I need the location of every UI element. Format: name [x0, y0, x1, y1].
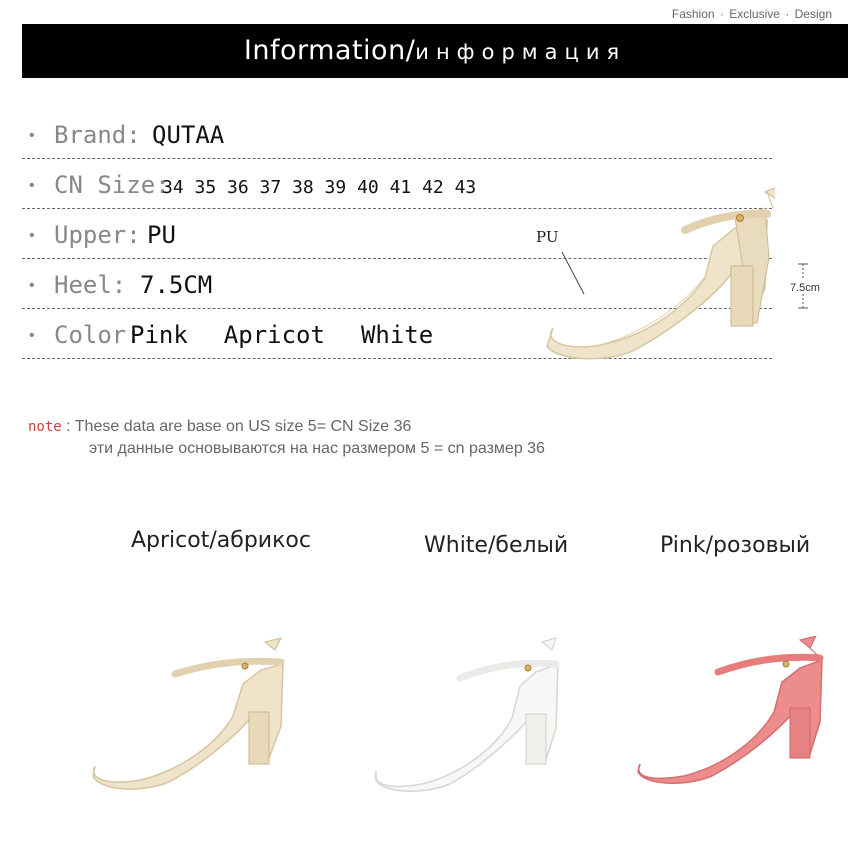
- bullet: •: [29, 177, 35, 194]
- information-banner: Information/информация: [22, 24, 848, 78]
- hero-shoe-image: [546, 187, 775, 360]
- color-values: Pink Apricot White: [130, 321, 469, 349]
- color-pink: Pink: [130, 321, 188, 349]
- tagline: Fashion · Exclusive · Design: [671, 7, 832, 21]
- banner-title-ru: информация: [415, 40, 627, 64]
- color-white: White: [360, 321, 434, 349]
- size-label: CN Size:: [54, 171, 170, 199]
- banner-title-en: Information: [243, 35, 406, 66]
- bullet: •: [29, 277, 35, 294]
- upper-label: Upper:: [54, 221, 141, 249]
- note-separator: :: [66, 418, 71, 435]
- color-label: Color:: [54, 321, 141, 349]
- note-line-ru: эти данные основываются на нас размером …: [89, 440, 545, 457]
- shoe-image-apricot: [92, 637, 285, 790]
- brand-value: QUTAA: [152, 121, 225, 149]
- upper-value: PU: [147, 221, 176, 249]
- heel-label: Heel:: [54, 271, 127, 299]
- color-apricot: Apricot: [223, 321, 325, 349]
- shoe-image-pink: [637, 636, 824, 784]
- bullet: •: [29, 127, 35, 144]
- tagline-exclusive: Exclusive: [729, 7, 780, 21]
- heel-height-label: 7.5cm: [790, 282, 820, 294]
- variant-caption-apricot: Apricot/абрикос: [131, 528, 311, 553]
- banner-title: Information/информация: [243, 35, 627, 66]
- variant-caption-pink: Pink/розовый: [660, 533, 811, 558]
- note-tag: note: [28, 419, 62, 435]
- heel-value: 7.5CM: [140, 271, 213, 299]
- info-row-brand: • Brand: QUTAA: [22, 118, 772, 159]
- variant-caption-white: White/белый: [424, 533, 569, 558]
- note-line-en: These data are base on US size 5= CN Siz…: [74, 418, 412, 435]
- bullet: •: [29, 227, 35, 244]
- tagline-design: Design: [794, 7, 832, 21]
- tagline-fashion: Fashion: [671, 7, 715, 21]
- size-note: note : These data are base on US size 5=…: [28, 418, 545, 457]
- shoe-image-white: [374, 637, 560, 792]
- bullet: •: [29, 327, 35, 344]
- size-value: 34 35 36 37 38 39 40 41 42 43: [162, 177, 477, 198]
- brand-label: Brand:: [54, 121, 141, 149]
